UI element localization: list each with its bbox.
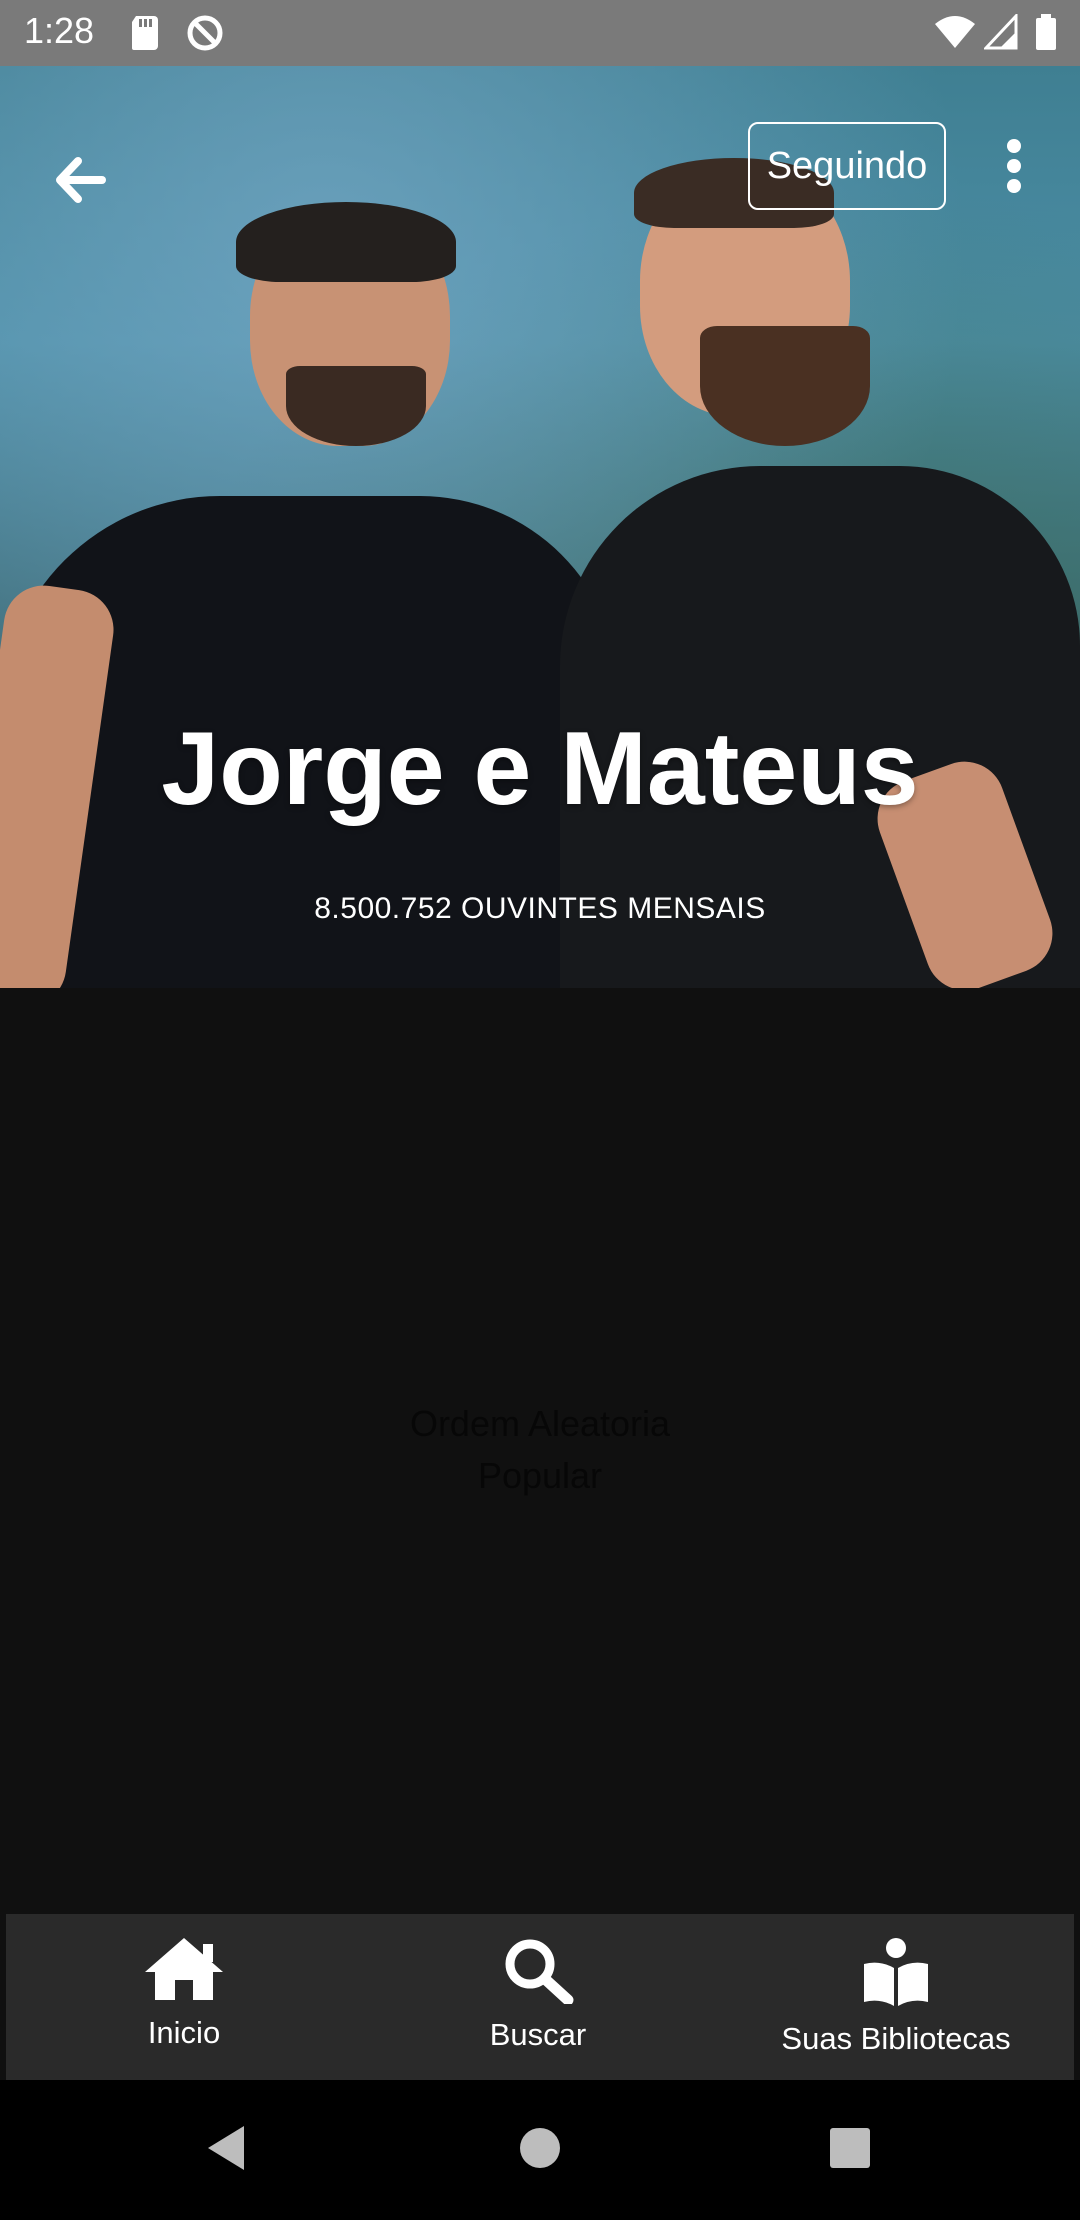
wifi-icon [934, 14, 976, 55]
nav-label-suas-bibliotecas: Suas Bibliotecas [781, 2021, 1011, 2056]
content-area: Ordem Aleatoria Popular [0, 1398, 1080, 1502]
nav-item-suas-bibliotecas[interactable]: Suas Bibliotecas [716, 1914, 1076, 2080]
recents-square-icon [828, 2126, 872, 2175]
back-button[interactable] [40, 142, 120, 222]
system-back-button[interactable] [196, 2120, 256, 2180]
nav-label-buscar: Buscar [489, 2017, 587, 2052]
home-icon [143, 1914, 225, 2007]
popular-section-title: Popular [477, 1455, 603, 1496]
system-home-button[interactable] [510, 2120, 570, 2180]
nav-item-inicio[interactable]: Inicio [4, 1914, 364, 2080]
shuffle-play-button[interactable]: Ordem Aleatoria [0, 1398, 1080, 1450]
nav-item-buscar[interactable]: Buscar [358, 1914, 718, 2080]
bottom-navigation: Inicio Buscar Suas Bibliotecas [6, 1914, 1074, 2080]
search-icon [502, 1914, 574, 2009]
more-options-button[interactable] [988, 136, 1040, 200]
sd-card-icon [130, 14, 160, 55]
nav-label-inicio: Inicio [147, 2015, 221, 2050]
status-time: 1:28 [24, 10, 95, 51]
data-saver-icon [186, 14, 224, 57]
follow-button[interactable]: Seguindo [748, 122, 946, 210]
arrow-left-icon [54, 156, 106, 208]
system-navigation-bar [0, 2080, 1080, 2220]
artist-name: Jorge e Mateus [161, 711, 919, 827]
system-recents-button[interactable] [820, 2120, 880, 2180]
home-circle-icon [518, 2126, 562, 2175]
cell-signal-icon [982, 12, 1018, 55]
status-bar: 1:28 [0, 0, 1080, 66]
back-triangle-icon [204, 2124, 248, 2177]
library-icon [860, 1914, 932, 2013]
battery-icon [1034, 14, 1058, 57]
monthly-listeners: 8.500.752 OUVINTES MENSAIS [314, 892, 766, 925]
more-vertical-icon [1004, 138, 1024, 199]
artist-header-image: Seguindo Jorge e Mateus 8.500.752 OUVINT… [0, 66, 1080, 988]
